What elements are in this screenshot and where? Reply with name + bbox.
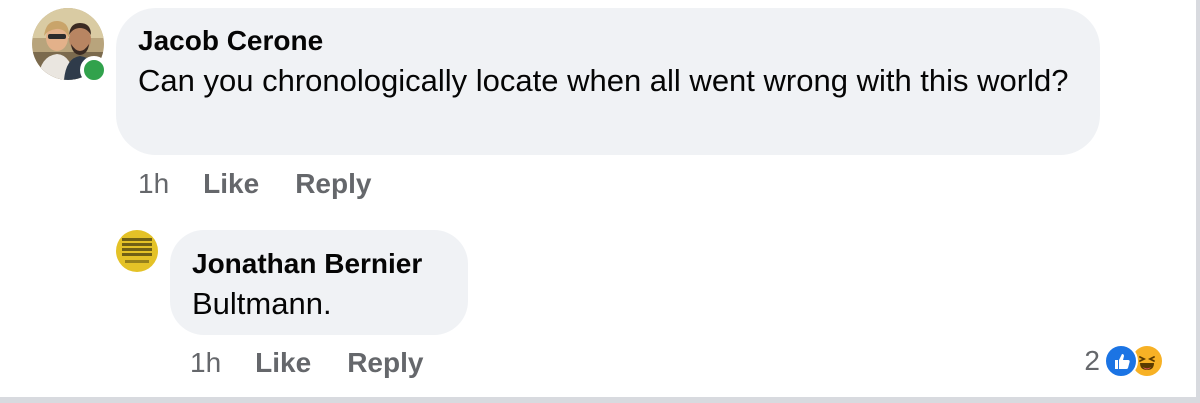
reply-reactions[interactable]: 2 [1084, 344, 1164, 378]
reply-author-name[interactable]: Jonathan Bernier [192, 248, 422, 280]
comment-timestamp[interactable]: 1h [138, 168, 169, 200]
comment-author-name[interactable]: Jacob Cerone [138, 25, 323, 57]
reply-bubble: Jonathan Bernier Bultmann. [170, 230, 468, 335]
reply-text: Bultmann. [192, 286, 332, 321]
reply-timestamp[interactable]: 1h [190, 347, 221, 379]
reaction-count: 2 [1084, 345, 1100, 376]
book-cover-image [116, 230, 158, 272]
frame-edge-right [1196, 0, 1200, 403]
comment-actions: 1h Like Reply [138, 168, 371, 200]
comment-bubble: Jacob Cerone Can you chronologically loc… [116, 8, 1100, 155]
replier-avatar[interactable] [116, 230, 158, 272]
comment-like-button[interactable]: Like [203, 168, 259, 200]
comment-reply-button[interactable]: Reply [295, 168, 371, 200]
comment-text: Can you chronologically locate when all … [138, 63, 1069, 98]
like-icon [1104, 344, 1138, 378]
reply-like-button[interactable]: Like [255, 347, 311, 379]
online-status-indicator [80, 56, 108, 84]
reply-actions: 1h Like Reply [190, 347, 423, 379]
frame-edge-bottom [0, 397, 1200, 403]
reply-reply-button[interactable]: Reply [347, 347, 423, 379]
